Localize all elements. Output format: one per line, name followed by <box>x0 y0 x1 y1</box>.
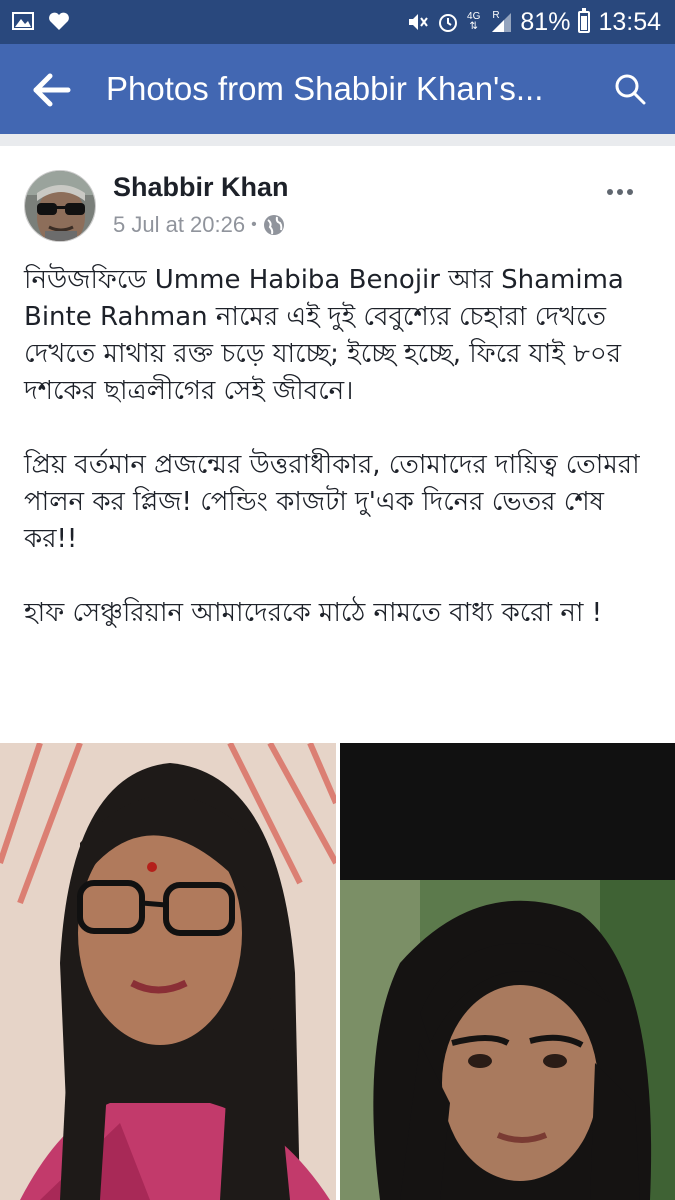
back-arrow-icon[interactable] <box>30 70 74 110</box>
app-bar: Photos from Shabbir Khan's... <box>0 44 675 134</box>
battery-icon <box>578 8 591 33</box>
status-bar: 4G ⇅ R 81% 13:54 <box>0 0 675 44</box>
search-icon[interactable] <box>613 72 647 106</box>
mute-icon <box>409 14 428 30</box>
battery-percent: 81% <box>520 7 571 36</box>
post-paragraph: নিউজফিডে Umme Habiba Benojir আর Shamima … <box>24 265 624 406</box>
meta-separator: • <box>251 216 257 233</box>
post-timestamp[interactable]: 5 Jul at 20:26 <box>113 212 245 238</box>
signal-icon: R <box>488 11 512 33</box>
post-card: Shabbir Khan 5 Jul at 20:26 • নিউজফিডে U… <box>0 146 675 1200</box>
author-name[interactable]: Shabbir Khan <box>113 172 289 203</box>
image-icon <box>12 12 34 30</box>
post-paragraph: প্রিয় বর্তমান প্রজন্মের উত্তরাধীকার, তো… <box>24 450 640 554</box>
alarm-icon <box>439 14 458 32</box>
post-meta: 5 Jul at 20:26 • <box>113 212 285 238</box>
more-options-icon[interactable] <box>607 180 641 195</box>
photo-2[interactable] <box>340 743 675 1200</box>
avatar[interactable] <box>24 170 96 242</box>
photo-grid <box>0 743 675 1200</box>
photo-1[interactable] <box>0 743 336 1200</box>
globe-icon <box>263 215 284 235</box>
heart-icon <box>49 12 69 30</box>
post-body: নিউজফিডে Umme Habiba Benojir আর Shamima … <box>24 262 664 669</box>
clock: 13:54 <box>598 7 661 36</box>
data-arrows-icon: 4G ⇅ <box>467 11 481 32</box>
post-paragraph: হাফ সেঞ্চুরিয়ান আমাদেরকে মাঠে নামতে বাধ… <box>24 598 603 628</box>
roaming-indicator: R <box>492 10 500 21</box>
page-title: Photos from Shabbir Khan's... <box>106 70 544 107</box>
